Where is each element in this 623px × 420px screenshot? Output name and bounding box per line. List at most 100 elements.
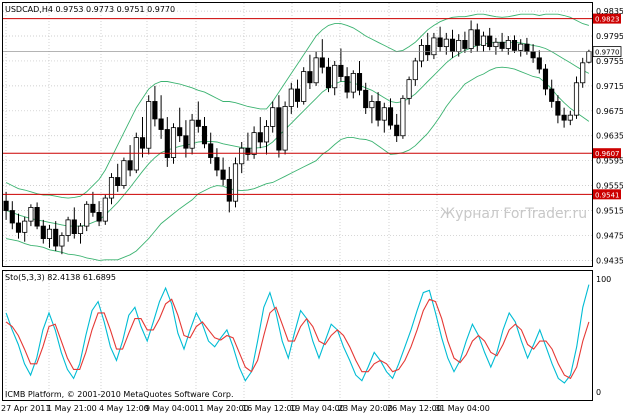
candle-body-bear — [127, 160, 133, 171]
candle — [170, 123, 177, 164]
candle-body-bull — [232, 163, 239, 202]
price-tick-label: 0.9555 — [596, 182, 623, 191]
candle-body-bull — [443, 38, 449, 48]
candle-body-bull — [84, 203, 90, 227]
candle-body-bear — [115, 177, 121, 187]
candle — [301, 67, 307, 105]
copyright-footer: ICMB Platform, © 2001-2010 MetaQuotes So… — [5, 390, 234, 399]
candle-body-bear — [474, 29, 480, 46]
candle-body-bull — [65, 219, 71, 236]
oscillator-title: Sto(5,3,3) 82.4138 61.6895 — [5, 273, 116, 282]
candle-body-bull — [189, 119, 195, 149]
candle-body-bear — [40, 225, 46, 239]
time-tick-label: 4 May 12:00 — [99, 404, 149, 413]
candle-body-bear — [325, 66, 332, 89]
candle-body-bear — [542, 68, 549, 90]
candle-body-bear — [201, 125, 208, 145]
time-tick-label: 9 May 04:00 — [145, 404, 195, 413]
candle-body-bull — [108, 177, 115, 199]
candle-body-bear — [226, 178, 232, 202]
price-tick-label: 0.9795 — [596, 32, 623, 41]
candle-body-bear — [307, 71, 313, 84]
candle-body-bear — [9, 210, 15, 224]
candle-body-bear — [90, 203, 96, 213]
candle-body-bear — [71, 219, 77, 234]
price-tick-label: 0.9635 — [596, 132, 623, 141]
time-tick-label: 16 May 12:00 — [242, 404, 297, 413]
candle-body-bear — [208, 143, 214, 158]
price-tick-label: 0.9675 — [596, 107, 623, 116]
candle-body-bull — [381, 107, 387, 121]
candle-body-bull — [59, 235, 65, 247]
candle-body-bull — [350, 73, 356, 93]
candle-body-bull — [282, 106, 288, 151]
candle-body-bull — [46, 228, 53, 239]
time-tick-label: 27 Apr 2011 — [1, 404, 50, 413]
candle-body-bull — [301, 71, 307, 102]
candle-body-bull — [332, 64, 338, 89]
chart-svg: 0.98230.96070.95410.9770 0.98350.97950.9… — [1, 2, 623, 413]
candle-body-bear — [158, 118, 164, 130]
candle-body-bear — [96, 212, 102, 222]
candle-body-bear — [319, 57, 325, 68]
candle-body-bull — [239, 147, 245, 165]
candle-body-bear — [356, 73, 363, 91]
time-tick-label: 11 May 20:00 — [194, 404, 249, 413]
candle — [146, 95, 152, 155]
candle-body-bull — [288, 88, 294, 107]
candle-body-bull — [505, 39, 511, 49]
candle — [121, 157, 127, 189]
candle-body-bull — [573, 82, 580, 116]
candle-body-bear — [462, 39, 468, 49]
symbol-info: USDCAD,H4 0.9753 0.9773 0.9751 0.9770 — [5, 5, 175, 14]
candle-body-bull — [586, 51, 592, 63]
candle-body-bull — [77, 225, 84, 234]
candle — [282, 101, 288, 155]
candle-body-bear — [195, 119, 201, 127]
candle-body-bear — [499, 41, 505, 49]
price-tick-label: 0.9595 — [596, 157, 623, 166]
candle-body-bear — [177, 127, 183, 137]
candle-body-bull — [580, 62, 586, 84]
price-tick-label: 0.9475 — [596, 231, 623, 240]
oscillator-tick-label: 0 — [596, 388, 601, 397]
price-tick-label: 0.9515 — [596, 207, 623, 216]
candle-body-bear — [276, 107, 282, 151]
candle-body-bull — [251, 132, 257, 155]
candle-body-bear — [34, 207, 40, 227]
candle-body-bull — [412, 60, 418, 81]
candle-body-bull — [400, 97, 406, 137]
oscillator-tick-label: 100 — [596, 275, 611, 284]
candle-body-bear — [555, 101, 561, 116]
candle-body-bear — [3, 200, 9, 211]
time-tick-label: 23 May 20:00 — [338, 404, 393, 413]
candle-body-bull — [480, 35, 487, 46]
candle-body-bear — [394, 124, 400, 137]
candle-body-bear — [437, 37, 443, 48]
candle-body-bear — [561, 114, 567, 121]
candle-body-bull — [28, 207, 34, 222]
candle-body-bear — [214, 157, 220, 171]
candle-body-bull — [468, 29, 474, 49]
candle-body-bull — [369, 101, 375, 109]
candle-body-bull — [146, 101, 152, 149]
level-tag-label: 0.9541 — [595, 191, 620, 199]
candle-body-bear — [530, 51, 536, 59]
candle-body-bear — [344, 76, 350, 93]
chart-container: 0.9823 0.9607 0.9541 0.9770 0.9835 0.9795 0.9… — [0, 0, 623, 416]
candle-body-bear — [524, 43, 530, 53]
time-tick-label: 31 May 04:00 — [435, 404, 490, 413]
candle-body-bear — [152, 101, 158, 120]
candle-body-bear — [487, 35, 493, 48]
candle-body-bear — [220, 169, 226, 180]
candle-body-bull — [22, 220, 28, 233]
candle-body-bear — [294, 88, 301, 102]
candle-body-bear — [257, 132, 263, 143]
price-tick-label: 0.9755 — [596, 57, 623, 66]
candle-body-bear — [387, 107, 394, 126]
candle — [400, 95, 406, 139]
candle-body-bull — [418, 44, 425, 62]
time-tick-label: 19 May 04:00 — [290, 404, 345, 413]
candle-body-bear — [183, 135, 189, 149]
candle-body-bear — [425, 44, 431, 56]
